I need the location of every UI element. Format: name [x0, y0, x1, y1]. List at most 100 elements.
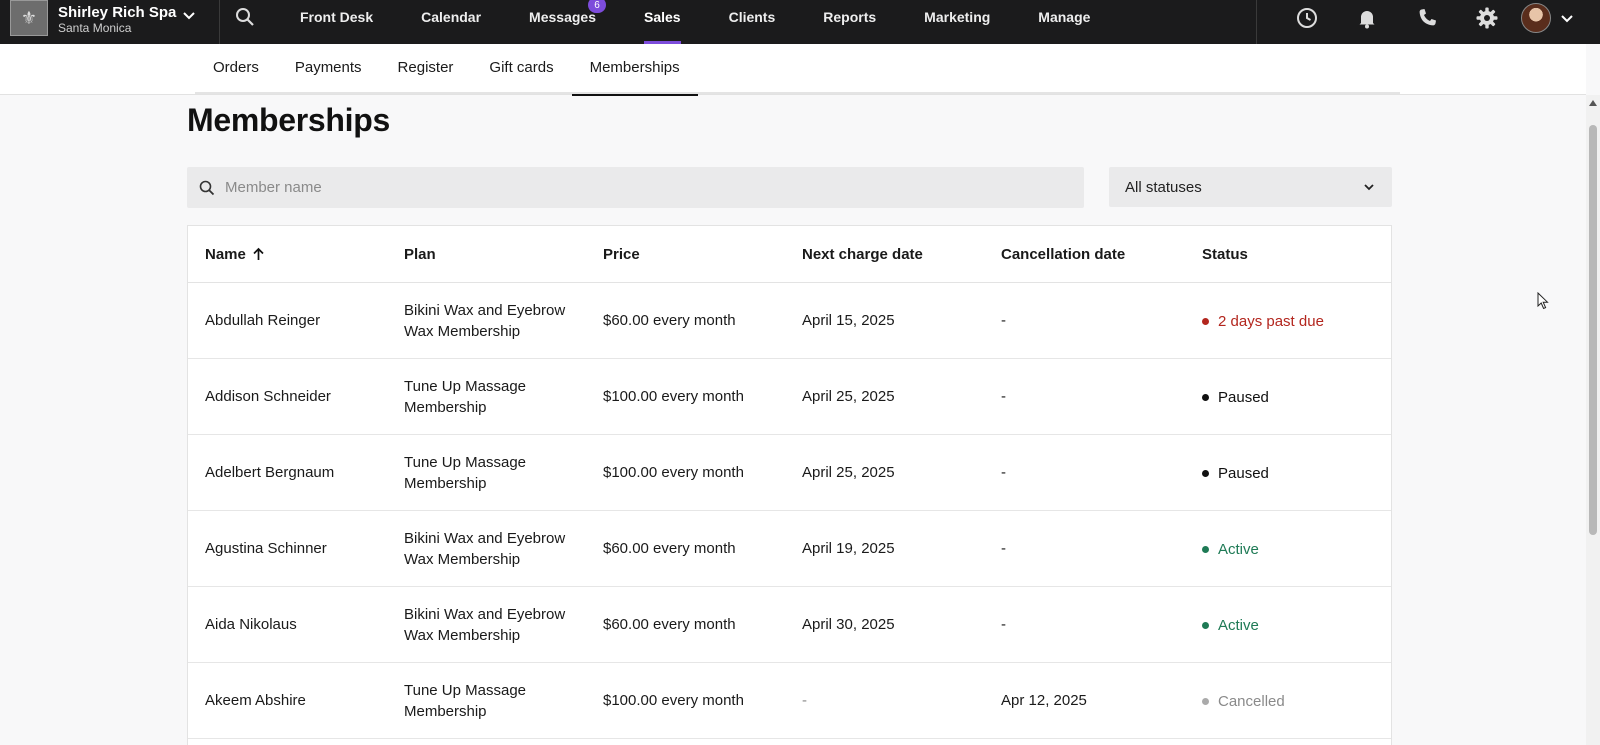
nav-label: Front Desk	[300, 9, 374, 25]
status-cell: 2 days past due	[1192, 312, 1391, 330]
nav-messages[interactable]: Messages 6	[505, 0, 620, 44]
status-dot	[1202, 469, 1209, 477]
page-title: Memberships	[187, 102, 390, 138]
scroll-up-arrow[interactable]	[1589, 100, 1597, 106]
brand-name: Shirley Rich Spa	[58, 3, 177, 21]
nav-sales[interactable]: Sales	[620, 0, 705, 44]
column-next-charge: Next charge date	[802, 245, 923, 263]
tab-memberships[interactable]: Memberships	[571, 44, 698, 96]
scroll-thumb[interactable]	[1589, 125, 1597, 535]
tab-label: Orders	[213, 58, 259, 76]
member-name: Agustina Schinner	[205, 540, 327, 557]
nav-clients[interactable]: Clients	[705, 0, 800, 44]
nav-label: Marketing	[924, 9, 991, 25]
history-button[interactable]	[1277, 0, 1337, 44]
settings-button[interactable]	[1457, 0, 1517, 44]
cancellation-date: -	[1001, 540, 1006, 557]
nav-label: Manage	[1038, 9, 1091, 25]
main-nav: Front Desk Calendar Messages 6 Sales Clie…	[276, 0, 1114, 44]
search-input[interactable]	[225, 179, 1025, 196]
table-row[interactable]: Agustina Schinner Bikini Wax and Eyebrow…	[188, 511, 1391, 587]
search-icon	[199, 180, 215, 195]
phone-icon	[1419, 9, 1436, 26]
status-dot	[1202, 393, 1209, 401]
sales-subnav: Orders Payments Register Gift cards Memb…	[0, 44, 1586, 96]
status-label: Active	[1218, 616, 1259, 634]
cancellation-date: -	[1001, 464, 1006, 481]
tab-gift-cards[interactable]: Gift cards	[471, 44, 571, 94]
tab-label: Register	[397, 58, 454, 76]
member-name: Addison Schneider	[205, 388, 331, 405]
status-dot	[1202, 697, 1209, 705]
status-dot	[1202, 317, 1209, 325]
nav-marketing[interactable]: Marketing	[900, 0, 1014, 44]
table-row[interactable]: Adelbert Bergnaum Tune Up Massage Member…	[188, 435, 1391, 511]
page-scrollbar[interactable]	[1586, 95, 1600, 745]
table-row[interactable]: Addison Schneider Tune Up Massage Member…	[188, 359, 1391, 435]
phone-button[interactable]	[1397, 0, 1457, 44]
nav-manage[interactable]: Manage	[1014, 0, 1114, 44]
nav-reports[interactable]: Reports	[799, 0, 900, 44]
next-charge-date: -	[802, 692, 807, 709]
member-search[interactable]	[187, 167, 1084, 208]
brand-location: Santa Monica	[58, 20, 132, 35]
status-badge: Cancelled	[1202, 693, 1285, 710]
tab-orders[interactable]: Orders	[195, 44, 277, 94]
plan-name: Tune Up Massage Membership	[404, 377, 527, 416]
status-label: 2 days past due	[1218, 312, 1324, 330]
notifications-button[interactable]	[1337, 0, 1397, 44]
chevron-down-icon	[1364, 184, 1374, 191]
chevron-down-icon	[1561, 15, 1573, 23]
search-button[interactable]	[220, 0, 270, 39]
top-navigation-bar: ⚜ Shirley Rich Spa Santa Monica Front De…	[0, 0, 1600, 44]
price: $60.00 every month	[603, 616, 736, 633]
chevron-down-icon[interactable]	[181, 8, 197, 24]
tab-label: Memberships	[589, 58, 680, 76]
status-badge: Active	[1202, 617, 1259, 634]
cancellation-date: -	[1001, 312, 1006, 329]
plan-name: Tune Up Massage Membership	[404, 453, 527, 492]
member-name: Aida Nikolaus	[205, 616, 297, 633]
status-cell: Paused	[1192, 388, 1391, 406]
status-dot	[1202, 621, 1209, 629]
column-status: Status	[1202, 245, 1248, 263]
spa-logo: ⚜	[10, 0, 48, 36]
status-badge: Paused	[1202, 389, 1269, 406]
status-filter-dropdown[interactable]: All statuses	[1109, 167, 1392, 207]
nav-label: Messages	[529, 9, 596, 25]
nav-front-desk[interactable]: Front Desk	[276, 0, 397, 44]
user-menu[interactable]	[1521, 0, 1575, 44]
next-charge-date: April 25, 2025	[802, 388, 895, 405]
tab-label: Gift cards	[489, 58, 554, 76]
status-cell: Cancelled	[1192, 692, 1391, 710]
table-row[interactable]: Aida Nikolaus Bikini Wax and Eyebrow Wax…	[188, 587, 1391, 663]
plan-name: Tune Up Massage Membership	[404, 681, 527, 720]
price: $100.00 every month	[603, 464, 744, 481]
status-badge: Active	[1202, 541, 1259, 558]
next-charge-date: April 25, 2025	[802, 464, 895, 481]
location-switcher[interactable]: ⚜ Shirley Rich Spa Santa Monica	[0, 0, 220, 44]
tab-payments[interactable]: Payments	[277, 44, 380, 94]
price: $100.00 every month	[603, 692, 744, 709]
column-name[interactable]: Name	[188, 246, 387, 263]
status-label: Cancelled	[1218, 692, 1285, 710]
brand-text: Shirley Rich Spa Santa Monica	[58, 4, 176, 35]
next-charge-date: April 19, 2025	[802, 540, 895, 557]
table-row[interactable]: Akeem Abshire Tune Up Massage Membership…	[188, 663, 1391, 739]
nav-calendar[interactable]: Calendar	[397, 0, 505, 44]
bell-icon	[1359, 11, 1375, 29]
tab-register[interactable]: Register	[380, 44, 472, 94]
column-plan: Plan	[404, 245, 436, 263]
table-row[interactable]: Abdullah Reinger Bikini Wax and Eyebrow …	[188, 283, 1391, 359]
cancellation-date: -	[1001, 388, 1006, 405]
search-icon	[236, 8, 254, 26]
column-label: Name	[205, 245, 246, 263]
next-charge-date: April 15, 2025	[802, 312, 895, 329]
status-badge: 2 days past due	[1202, 313, 1324, 330]
status-badge: Paused	[1202, 465, 1269, 482]
clock-icon	[1297, 8, 1317, 28]
plan-name: Bikini Wax and Eyebrow Wax Membership	[404, 529, 566, 568]
status-label: Active	[1218, 540, 1259, 558]
nav-label: Calendar	[421, 9, 482, 25]
table-header: Name Plan Price Next charge date Cancell…	[188, 226, 1391, 283]
